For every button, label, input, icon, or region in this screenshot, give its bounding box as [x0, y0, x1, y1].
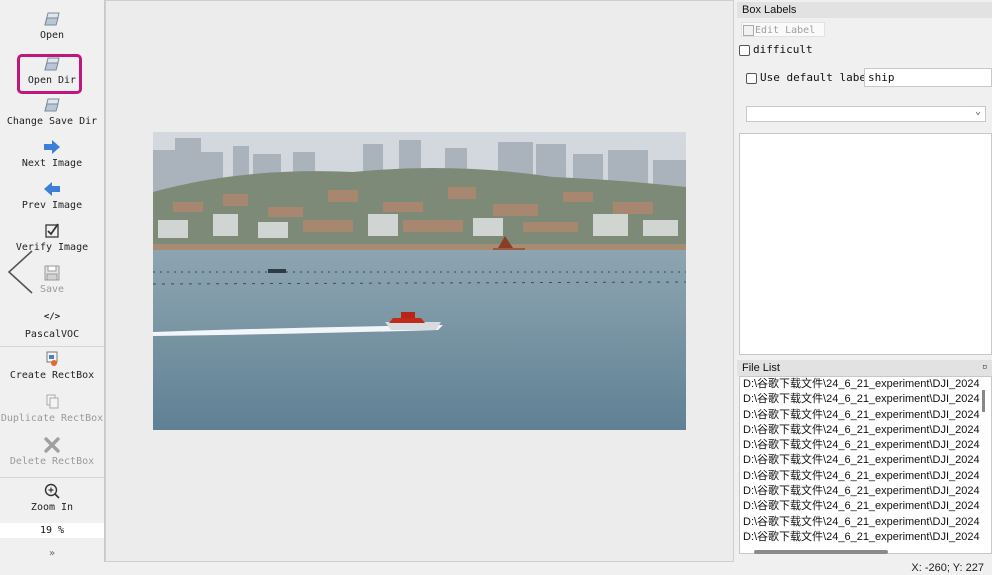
chevron-down-icon: ⌄ — [974, 106, 981, 117]
label-list[interactable] — [739, 133, 992, 355]
create-box-icon — [46, 351, 58, 366]
file-list-title: File List — [737, 360, 992, 376]
horizontal-scrollbar[interactable] — [754, 550, 888, 554]
default-label-input[interactable]: ship — [864, 68, 992, 87]
file-list-item[interactable]: D:\谷歌下载文件\24_6_21_experiment\DJI_2024 — [740, 515, 991, 530]
folder-icon — [44, 98, 60, 112]
file-list-item[interactable]: D:\谷歌下载文件\24_6_21_experiment\DJI_2024 — [740, 499, 991, 514]
arrow-left-icon — [44, 182, 60, 196]
edit-icon — [743, 24, 754, 36]
float-dock-icon[interactable]: ▫ — [982, 362, 987, 372]
file-list-item[interactable]: D:\谷歌下载文件\24_6_21_experiment\DJI_2024 — [740, 408, 991, 423]
file-list-item[interactable]: D:\谷歌下载文件\24_6_21_experiment\DJI_2024 — [740, 377, 991, 392]
checkbox-icon — [739, 44, 750, 56]
edit-label-button[interactable]: Edit Label — [741, 22, 825, 37]
harbor-photo — [153, 132, 686, 430]
zoom-in-icon — [44, 483, 60, 499]
label-dropdown[interactable]: ⌄ — [746, 106, 986, 122]
file-list[interactable]: D:\谷歌下载文件\24_6_21_experiment\DJI_2024 D:… — [739, 376, 992, 554]
status-bar — [0, 562, 992, 575]
duplicate-rectbox-button[interactable]: Duplicate RectBox — [0, 393, 104, 424]
create-rectbox-button[interactable]: Create RectBox — [0, 350, 104, 381]
open-button[interactable]: Open — [0, 10, 104, 41]
use-default-label-checkbox[interactable]: Use default label — [746, 71, 873, 84]
copy-icon — [46, 394, 59, 409]
arrow-right-icon — [44, 140, 60, 154]
vertical-scrollbar[interactable] — [982, 390, 985, 412]
change-save-dir-button[interactable]: Change Save Dir — [0, 96, 104, 127]
chevron-left-icon[interactable] — [4, 248, 38, 296]
file-list-item[interactable]: D:\谷歌下载文件\24_6_21_experiment\DJI_2024 — [740, 423, 991, 438]
save-icon — [44, 265, 60, 281]
more-tools-button[interactable]: » — [0, 548, 104, 559]
file-list-item[interactable]: D:\谷歌下载文件\24_6_21_experiment\DJI_2024 — [740, 469, 991, 484]
file-list-item[interactable]: D:\谷歌下载文件\24_6_21_experiment\DJI_2024 — [740, 530, 991, 545]
difficult-checkbox[interactable]: difficult — [739, 43, 813, 56]
file-list-item[interactable]: D:\谷歌下载文件\24_6_21_experiment\DJI_2024 — [740, 453, 991, 468]
prev-image-button[interactable]: Prev Image — [0, 180, 104, 211]
zoom-value[interactable]: 19 % — [0, 523, 104, 538]
folder-icon — [44, 12, 60, 26]
highlight-box — [17, 54, 82, 94]
cursor-coordinates: X: -260; Y: 227 — [911, 562, 984, 574]
file-list-item[interactable]: D:\谷歌下载文件\24_6_21_experiment\DJI_2024 — [740, 438, 991, 453]
next-image-button[interactable]: Next Image — [0, 138, 104, 169]
format-button[interactable]: </> PascalVOC — [0, 310, 104, 340]
file-list-item[interactable]: D:\谷歌下载文件\24_6_21_experiment\DJI_2024 — [740, 392, 991, 407]
code-icon: </> — [43, 312, 61, 322]
loaded-image[interactable] — [153, 132, 686, 430]
divider — [0, 477, 104, 478]
delete-rectbox-button[interactable]: Delete RectBox — [0, 436, 104, 467]
file-list-item[interactable]: D:\谷歌下载文件\24_6_21_experiment\DJI_2024 — [740, 484, 991, 499]
box-labels-title: Box Labels — [737, 2, 992, 18]
zoom-in-button[interactable]: Zoom In — [0, 482, 104, 513]
checkbox-icon — [746, 72, 757, 84]
checkbox-check-icon — [45, 223, 59, 238]
delete-x-icon — [44, 437, 60, 453]
divider — [0, 346, 104, 347]
